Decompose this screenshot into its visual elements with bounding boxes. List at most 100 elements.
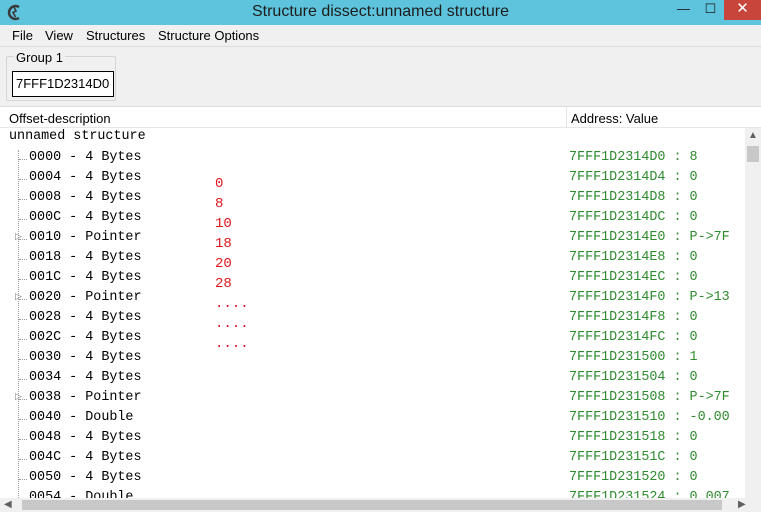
tree-connector bbox=[19, 179, 27, 180]
row-offset-description: 0034 - 4 Bytes bbox=[29, 370, 142, 385]
annotation-offset: 20 bbox=[215, 256, 232, 272]
row-address-value: 7FFF1D2314DC : 0 bbox=[569, 210, 698, 225]
tree-row[interactable]: 004C - 4 Bytes 7FFF1D23151C : 0 bbox=[0, 449, 745, 469]
row-offset-description: 0018 - 4 Bytes bbox=[29, 250, 142, 265]
triangle-right-icon[interactable]: ▷ bbox=[15, 392, 22, 402]
row-offset-description: 0020 - Pointer bbox=[29, 290, 142, 305]
vertical-scroll-thumb[interactable] bbox=[747, 146, 759, 162]
tree-row[interactable]: 0054 - Double 7FFF1D231524 : 0.007 bbox=[0, 489, 745, 498]
annotation-offset: 0 bbox=[215, 176, 224, 192]
row-offset-description: 000C - 4 Bytes bbox=[29, 210, 142, 225]
row-address-value: 7FFF1D231510 : -0.00 bbox=[569, 410, 730, 425]
tree-row[interactable]: 0048 - 4 Bytes 7FFF1D231518 : 0 bbox=[0, 429, 745, 449]
row-address-value: 7FFF1D231524 : 0.007 bbox=[569, 490, 730, 498]
row-offset-description: 0030 - 4 Bytes bbox=[29, 350, 142, 365]
row-address-value: 7FFF1D2314EC : 0 bbox=[569, 270, 698, 285]
tree-row[interactable]: 0000 - 4 Bytes 7FFF1D2314D0 : 8 bbox=[0, 149, 745, 169]
tree-connector bbox=[19, 439, 27, 440]
group-address-field[interactable]: 7FFF1D2314D0 bbox=[12, 71, 114, 97]
row-offset-description: 0048 - 4 Bytes bbox=[29, 430, 142, 445]
arrow-left-icon[interactable]: ◀ bbox=[4, 498, 12, 512]
tree-connector bbox=[19, 199, 27, 200]
maximize-button[interactable]: ☐ bbox=[697, 0, 724, 20]
tree-connector bbox=[19, 259, 27, 260]
row-address-value: 7FFF1D231520 : 0 bbox=[569, 470, 698, 485]
triangle-right-icon[interactable]: ▷ bbox=[15, 292, 22, 302]
row-address-value: 7FFF1D231500 : 1 bbox=[569, 350, 698, 365]
tree-connector bbox=[19, 419, 27, 420]
arrow-right-icon[interactable]: ▶ bbox=[738, 498, 746, 512]
menu-structures[interactable]: Structures bbox=[86, 28, 145, 43]
row-offset-description: 0004 - 4 Bytes bbox=[29, 170, 142, 185]
tree-row[interactable]: ▷ 0010 - Pointer 7FFF1D2314E0 : P->7F bbox=[0, 229, 745, 249]
window-title: Structure dissect:unnamed structure bbox=[251, 3, 509, 20]
horizontal-scroll-thumb[interactable] bbox=[22, 500, 722, 510]
row-offset-description: 002C - 4 Bytes bbox=[29, 330, 142, 345]
row-address-value: 7FFF1D231504 : 0 bbox=[569, 370, 698, 385]
row-address-value: 7FFF1D2314F8 : 0 bbox=[569, 310, 698, 325]
row-address-value: 7FFF1D2314D8 : 0 bbox=[569, 190, 698, 205]
row-offset-description: 001C - 4 Bytes bbox=[29, 270, 142, 285]
group-label: Group 1 bbox=[14, 50, 65, 65]
row-address-value: 7FFF1D2314D4 : 0 bbox=[569, 170, 698, 185]
annotation-offset: .... bbox=[215, 296, 249, 312]
horizontal-scrollbar[interactable]: ◀ ▶ bbox=[0, 498, 761, 512]
annotation-offset: .... bbox=[215, 336, 249, 352]
row-offset-description: 0000 - 4 Bytes bbox=[29, 150, 142, 165]
tree-root-label[interactable]: unnamed structure bbox=[9, 129, 146, 144]
menu-bar: File View Structures Structure Options bbox=[0, 25, 761, 47]
tree-row[interactable]: 0028 - 4 Bytes 7FFF1D2314F8 : 0 bbox=[0, 309, 745, 329]
row-address-value: 7FFF1D2314FC : 0 bbox=[569, 330, 698, 345]
row-offset-description: 0010 - Pointer bbox=[29, 230, 142, 245]
tree-row[interactable]: ▷ 0020 - Pointer 7FFF1D2314F0 : P->13 bbox=[0, 289, 745, 309]
tree-row[interactable]: 002C - 4 Bytes 7FFF1D2314FC : 0 bbox=[0, 329, 745, 349]
structure-tree[interactable]: unnamed structure 0000 - 4 Bytes 7FFF1D23… bbox=[0, 128, 745, 498]
tree-row[interactable]: 0050 - 4 Bytes 7FFF1D231520 : 0 bbox=[0, 469, 745, 489]
row-offset-description: 004C - 4 Bytes bbox=[29, 450, 142, 465]
tree-row[interactable]: 000C - 4 Bytes 7FFF1D2314DC : 0 bbox=[0, 209, 745, 229]
row-address-value: 7FFF1D2314E0 : P->7F bbox=[569, 230, 730, 245]
tree-row[interactable]: 001C - 4 Bytes 7FFF1D2314EC : 0 bbox=[0, 269, 745, 289]
minimize-button[interactable]: — bbox=[670, 0, 697, 20]
annotation-offset: 8 bbox=[215, 196, 224, 212]
annotation-offset: 18 bbox=[215, 236, 232, 252]
tree-row[interactable]: 0018 - 4 Bytes 7FFF1D2314E8 : 0 bbox=[0, 249, 745, 269]
row-address-value: 7FFF1D23151C : 0 bbox=[569, 450, 698, 465]
row-offset-description: 0054 - Double bbox=[29, 490, 134, 498]
tree-row[interactable]: 0040 - Double 7FFF1D231510 : -0.00 bbox=[0, 409, 745, 429]
tree-row[interactable]: 0030 - 4 Bytes 7FFF1D231500 : 1 bbox=[0, 349, 745, 369]
row-offset-description: 0008 - 4 Bytes bbox=[29, 190, 142, 205]
close-button[interactable]: ✕ bbox=[724, 0, 761, 20]
vertical-scrollbar[interactable]: ▲ bbox=[745, 128, 761, 498]
row-address-value: 7FFF1D2314E8 : 0 bbox=[569, 250, 698, 265]
tree-connector bbox=[19, 219, 27, 220]
column-separator[interactable] bbox=[566, 107, 567, 128]
triangle-right-icon[interactable]: ▷ bbox=[15, 232, 22, 242]
row-offset-description: 0040 - Double bbox=[29, 410, 134, 425]
annotation-offset: 10 bbox=[215, 216, 232, 232]
tree-connector bbox=[19, 359, 27, 360]
menu-view[interactable]: View bbox=[45, 28, 73, 43]
tree-connector bbox=[19, 159, 27, 160]
annotation-offset: .... bbox=[215, 316, 249, 332]
column-address-value[interactable]: Address: Value bbox=[571, 111, 658, 126]
row-address-value: 7FFF1D231518 : 0 bbox=[569, 430, 698, 445]
group-panel: Group 1 7FFF1D2314D0 bbox=[0, 47, 761, 106]
tree-connector bbox=[19, 479, 27, 480]
tree-row[interactable]: 0008 - 4 Bytes 7FFF1D2314D8 : 0 bbox=[0, 189, 745, 209]
annotation-offset: 28 bbox=[215, 276, 232, 292]
menu-structure-options[interactable]: Structure Options bbox=[158, 28, 259, 43]
menu-file[interactable]: File bbox=[12, 28, 33, 43]
row-address-value: 7FFF1D2314F0 : P->13 bbox=[569, 290, 730, 305]
row-offset-description: 0050 - 4 Bytes bbox=[29, 470, 142, 485]
arrow-up-icon[interactable]: ▲ bbox=[745, 128, 761, 144]
row-offset-description: 0028 - 4 Bytes bbox=[29, 310, 142, 325]
title-bar: Structure dissect:unnamed structure — ☐ … bbox=[0, 0, 761, 25]
tree-connector bbox=[19, 379, 27, 380]
column-offset-description[interactable]: Offset-description bbox=[9, 111, 111, 126]
tree-row[interactable]: 0004 - 4 Bytes 7FFF1D2314D4 : 0 bbox=[0, 169, 745, 189]
tree-connector bbox=[19, 459, 27, 460]
tree-row[interactable]: ▷ 0038 - Pointer 7FFF1D231508 : P->7F bbox=[0, 389, 745, 409]
tree-connector bbox=[19, 339, 27, 340]
tree-row[interactable]: 0034 - 4 Bytes 7FFF1D231504 : 0 bbox=[0, 369, 745, 389]
